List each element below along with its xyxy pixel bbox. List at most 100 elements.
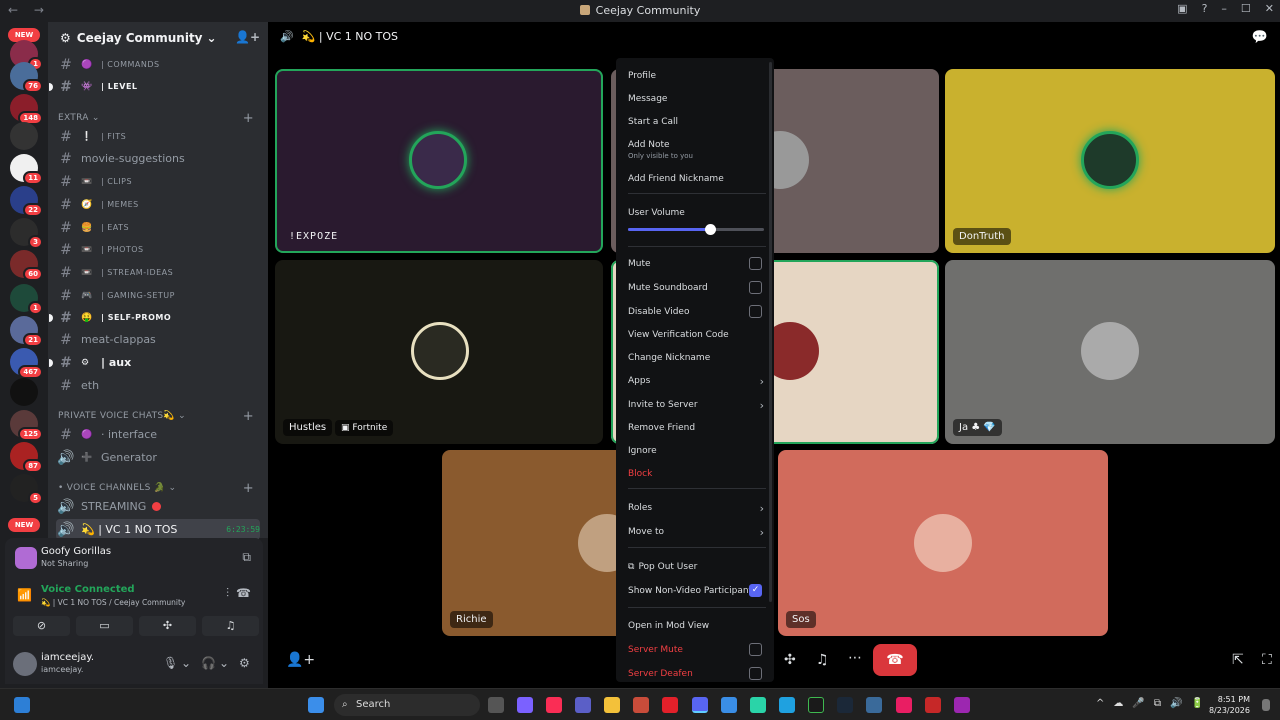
server-icon[interactable]: 21: [10, 316, 43, 347]
steam-icon[interactable]: [837, 697, 853, 713]
show-nonvideo-checkbox[interactable]: ✓: [749, 584, 762, 597]
menu-item-roles[interactable]: Roles ›: [628, 502, 766, 515]
menu-item-pop-out[interactable]: ⧉ Pop Out User: [628, 562, 766, 572]
fullscreen-icon[interactable]: ⛶: [1262, 652, 1272, 668]
category-voice-channels[interactable]: • VOICE CHANNELS 🐊 ⌄ +: [58, 481, 258, 496]
guild-header[interactable]: ⚙ Ceejay Community ⌄ 👤+: [48, 22, 268, 54]
edge-icon[interactable]: [779, 697, 795, 713]
system-tray[interactable]: ^☁🎤⧉🔊🔋: [1096, 698, 1213, 709]
channel-fits[interactable]: # ❕ | FITS: [56, 126, 260, 147]
category-private-voice[interactable]: PRIVATE VOICE CHATS💫 ⌄ +: [58, 409, 258, 424]
channel-level[interactable]: # 👾 | LEVEL: [49, 76, 260, 97]
participant-tile[interactable]: DonTruth: [945, 69, 1275, 253]
app-icon[interactable]: [808, 697, 824, 713]
inbox-icon[interactable]: ▣: [1177, 2, 1187, 15]
activities-button[interactable]: ✣: [139, 616, 196, 636]
menu-item-mod-view[interactable]: Open in Mod View: [628, 621, 766, 631]
server-icon[interactable]: [10, 378, 38, 406]
server-icon[interactable]: 76: [10, 62, 43, 93]
gear-icon[interactable]: ⚙: [239, 656, 250, 670]
music-icon[interactable]: [546, 697, 562, 713]
screen-share-icon[interactable]: ⧉: [242, 550, 251, 565]
discord-icon[interactable]: [692, 697, 708, 713]
app-icon[interactable]: [896, 697, 912, 713]
username[interactable]: iamceejay.: [41, 652, 94, 663]
channel-photos[interactable]: # 📼 | PHOTOS: [56, 239, 260, 260]
channel-clips[interactable]: # 📼 | CLIPS: [56, 171, 260, 192]
channel-eth[interactable]: # eth: [56, 375, 260, 396]
popout-icon[interactable]: ⇱: [1232, 652, 1244, 668]
channel-commands[interactable]: # 🟣 | COMMANDS: [56, 54, 260, 75]
menu-item-invite[interactable]: Invite to Server ›: [628, 399, 766, 412]
app-icon[interactable]: [866, 697, 882, 713]
menu-item-disable-video[interactable]: Disable Video: [628, 305, 766, 318]
menu-item-mute-soundboard[interactable]: Mute Soundboard: [628, 281, 766, 294]
app-icon[interactable]: [954, 697, 970, 713]
add-channel-icon[interactable]: +: [243, 409, 254, 424]
disconnect-icon[interactable]: ☎: [236, 586, 251, 600]
participant-tile[interactable]: !EXPOZE: [275, 69, 603, 253]
chevron-down-icon[interactable]: ⌄: [181, 656, 191, 670]
server-icon[interactable]: 11: [10, 154, 43, 185]
mute-checkbox[interactable]: [749, 257, 762, 270]
category-extra[interactable]: EXTRA ⌄ +: [58, 111, 258, 126]
app-icon[interactable]: [925, 697, 941, 713]
menu-item-remove-friend[interactable]: Remove Friend: [628, 423, 766, 433]
menu-item-apps[interactable]: Apps ›: [628, 375, 766, 388]
menu-item-mute[interactable]: Mute: [628, 257, 766, 270]
menu-item-message[interactable]: Message: [628, 94, 766, 104]
teams-icon[interactable]: [575, 697, 591, 713]
menu-item-add-note[interactable]: Add Note Only visible to you: [628, 140, 766, 160]
menu-item-move-to[interactable]: Move to ›: [628, 526, 766, 539]
widgets-icon[interactable]: [14, 697, 30, 713]
avatar[interactable]: [13, 652, 37, 676]
add-channel-icon[interactable]: +: [243, 481, 254, 496]
more-options-icon[interactable]: ⋯: [848, 650, 862, 666]
menu-item-add-nickname[interactable]: Add Friend Nickname: [628, 174, 766, 184]
participant-tile[interactable]: Ja ♣ 💎: [945, 260, 1275, 444]
file-explorer-icon[interactable]: [604, 697, 620, 713]
menu-item-verification[interactable]: View Verification Code: [628, 330, 766, 340]
task-view-icon[interactable]: [488, 697, 504, 713]
server-icon[interactable]: 125: [10, 410, 43, 441]
app-icon[interactable]: [633, 697, 649, 713]
app-icon[interactable]: [750, 697, 766, 713]
participant-tile[interactable]: Sos: [778, 450, 1108, 636]
server-deafen-checkbox[interactable]: [749, 667, 762, 680]
chat-icon[interactable]: 💬: [1252, 30, 1268, 45]
chevron-down-icon[interactable]: ⌄: [219, 656, 229, 670]
end-call-button[interactable]: ☎: [873, 644, 917, 676]
menu-item-ignore[interactable]: Ignore: [628, 446, 766, 456]
server-icon[interactable]: 1: [10, 284, 43, 315]
menu-item-server-deafen[interactable]: Server Deafen: [628, 667, 766, 680]
copilot-icon[interactable]: [517, 697, 533, 713]
channel-vc1[interactable]: 🔊 💫 | VC 1 NO TOS 6:23:59: [56, 519, 260, 540]
menu-item-show-nonvideo[interactable]: Show Non-Video Participants ✓: [628, 584, 766, 597]
slider-handle[interactable]: [704, 224, 716, 235]
app-icon[interactable]: [721, 697, 737, 713]
add-participant-icon[interactable]: 👤+: [286, 652, 315, 668]
menu-item-block[interactable]: Block: [628, 469, 766, 479]
server-icon[interactable]: 22: [10, 186, 43, 217]
taskbar-search[interactable]: ⌕ Search: [334, 694, 480, 716]
notifications-icon[interactable]: [1262, 699, 1270, 711]
server-icon[interactable]: 5: [10, 474, 43, 505]
disable-video-checkbox[interactable]: [749, 305, 762, 318]
channel-eats[interactable]: # 🍔 | EATS: [56, 217, 260, 238]
microphone-icon[interactable]: 🎙: [163, 656, 178, 670]
server-icon[interactable]: 87: [10, 442, 43, 473]
menu-item-profile[interactable]: Profile: [628, 71, 766, 81]
user-volume-slider[interactable]: [628, 224, 764, 235]
maximize-icon[interactable]: ☐: [1241, 2, 1251, 15]
channel-generator[interactable]: 🔊 ➕ Generator: [56, 447, 260, 468]
channel-aux[interactable]: # ⚙ | aux: [49, 352, 260, 373]
channel-meat-clappas[interactable]: # meat-clappas: [56, 329, 260, 350]
menu-scrollbar[interactable]: [769, 62, 772, 602]
close-icon[interactable]: ✕: [1265, 2, 1274, 15]
channel-streaming[interactable]: 🔊 STREAMING: [56, 496, 260, 517]
menu-item-change-nickname[interactable]: Change Nickname: [628, 353, 766, 363]
camera-off-button[interactable]: ⊘: [13, 616, 70, 636]
channel-stream-ideas[interactable]: # 📼 | STREAM-IDEAS: [56, 262, 260, 283]
soundboard-button[interactable]: ♫: [202, 616, 259, 636]
server-icon[interactable]: 467: [10, 348, 43, 379]
